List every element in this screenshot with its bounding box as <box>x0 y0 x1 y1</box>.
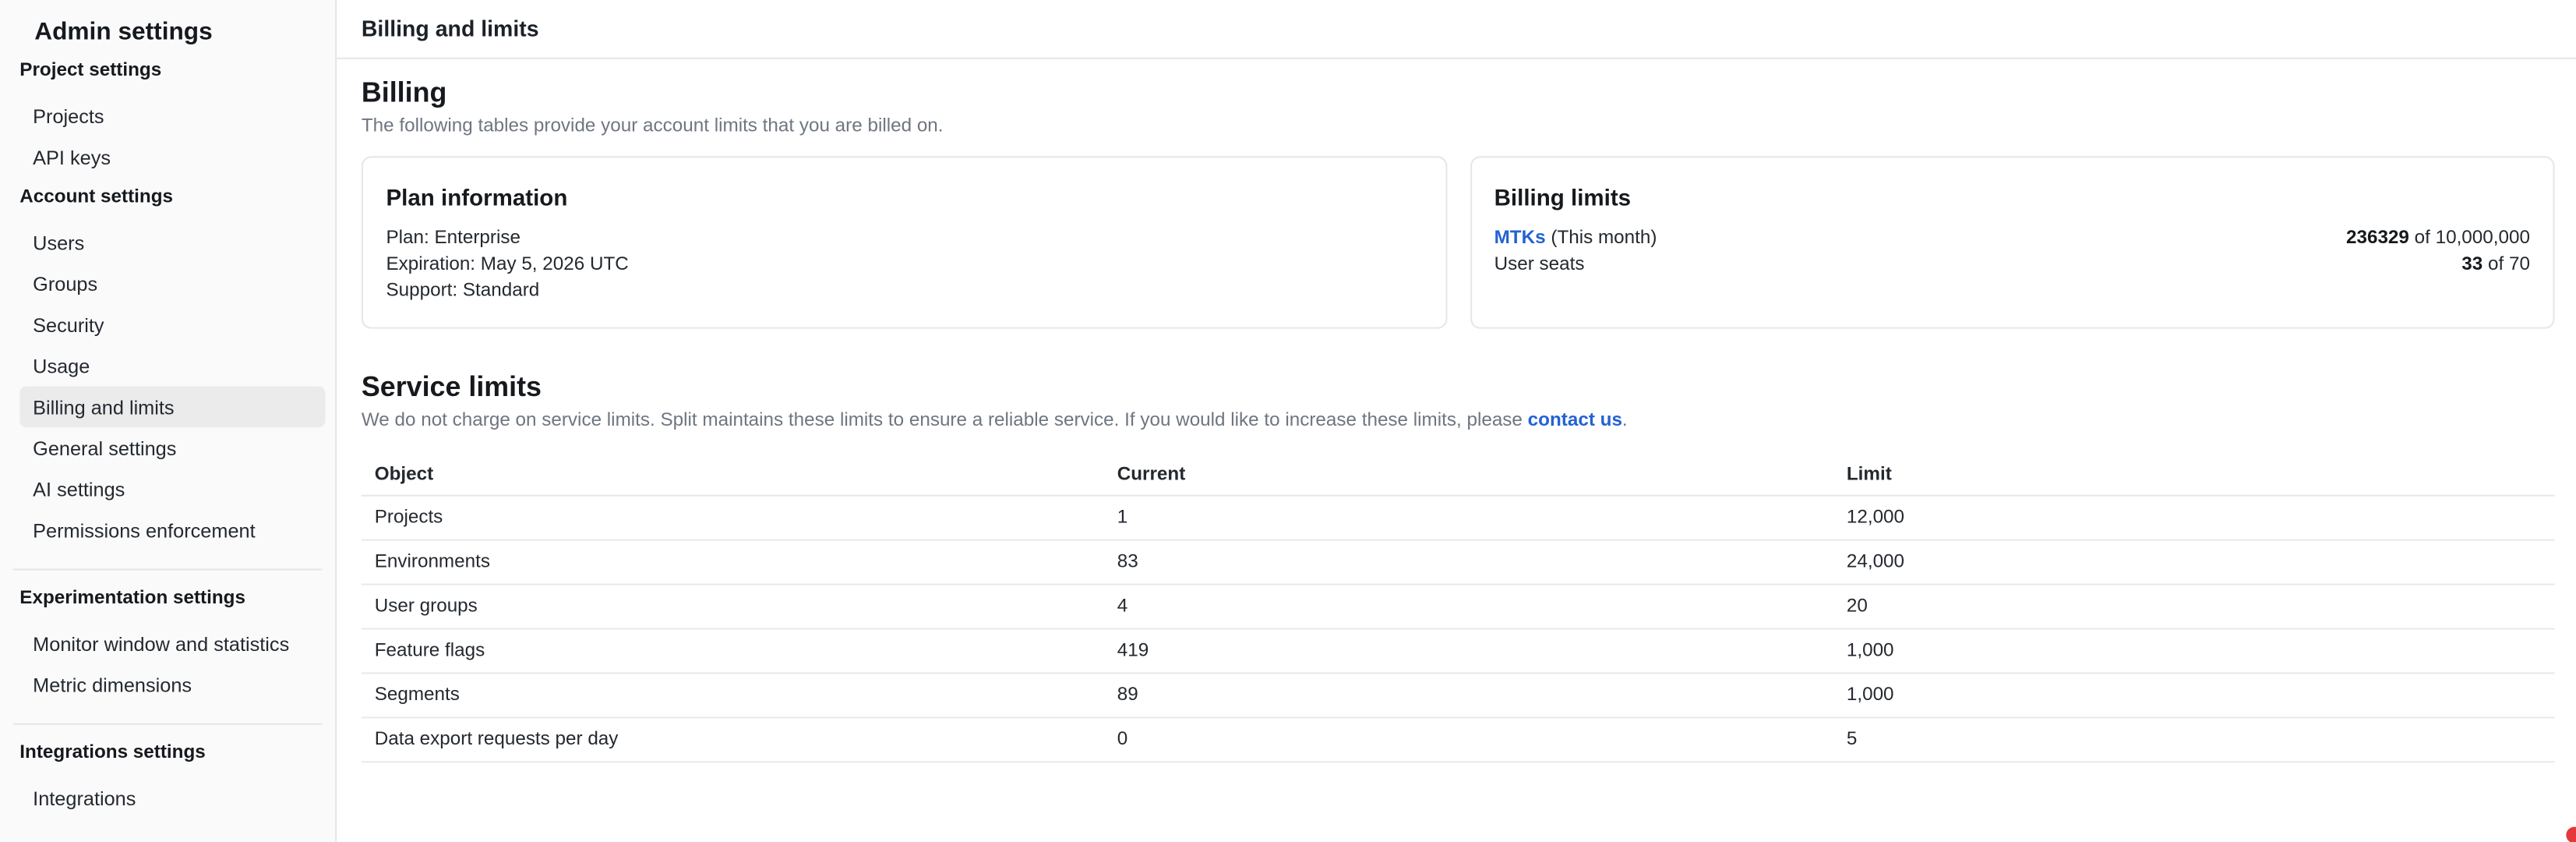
sidebar-section-integrations-settings: Integrations settings Integrations <box>0 743 335 819</box>
sidebar-item-monitor-window-and-statistics[interactable]: Monitor window and statistics <box>19 623 325 664</box>
service-limits-description: We do not charge on service limits. Spli… <box>362 409 2555 433</box>
service-limits-description-before: We do not charge on service limits. Spli… <box>362 411 1528 430</box>
sidebar-item-billing-and-limits[interactable]: Billing and limits <box>19 386 325 427</box>
sidebar-section-project-settings: Project settings Projects API keys <box>0 61 335 178</box>
billing-cards: Plan information Plan: Enterprise Expira… <box>362 156 2555 328</box>
sidebar-divider <box>13 569 322 571</box>
cell-object: User groups <box>362 586 1104 628</box>
cell-limit: 20 <box>1833 586 2555 628</box>
plan-card-title: Plan information <box>386 182 1421 212</box>
service-limits-table: Object Current Limit Projects 1 12,000 E… <box>362 454 2555 762</box>
cell-object: Segments <box>362 674 1104 716</box>
table-row-feature-flags: Feature flags 419 1,000 <box>362 630 2555 674</box>
cell-object: Environments <box>362 541 1104 584</box>
cell-object: Data export requests per day <box>362 718 1104 761</box>
app-window: Admin settings Project settings Projects… <box>0 0 2576 842</box>
main-content: Billing and limits Billing The following… <box>337 0 2576 842</box>
mtks-value-suffix: of 10,000,000 <box>2409 228 2530 248</box>
service-limits-description-after: . <box>1622 411 1628 430</box>
table-row-data-export-requests: Data export requests per day 0 5 <box>362 718 2555 762</box>
sidebar-item-usage[interactable]: Usage <box>19 345 325 387</box>
table-header-row: Object Current Limit <box>362 454 2555 497</box>
sidebar-divider <box>13 723 322 725</box>
service-limits-title: Service limits <box>362 372 2555 405</box>
table-row-user-groups: User groups 4 20 <box>362 586 2555 630</box>
sidebar-item-ai-settings[interactable]: AI settings <box>19 469 325 510</box>
notification-badge[interactable] <box>2566 827 2576 842</box>
cell-limit: 12,000 <box>1833 497 2555 540</box>
plan-line-plan: Plan: Enterprise <box>386 225 1421 252</box>
cell-limit: 24,000 <box>1833 541 2555 584</box>
sidebar-item-metric-dimensions[interactable]: Metric dimensions <box>19 664 325 706</box>
sidebar-item-api-keys[interactable]: API keys <box>19 136 325 178</box>
section-label-experimentation-settings: Experimentation settings <box>19 589 335 610</box>
mtks-link[interactable]: MTKs <box>1494 228 1546 248</box>
cell-limit: 5 <box>1833 718 2555 761</box>
sidebar-section-account-settings: Account settings Users Groups Security U… <box>0 187 335 550</box>
sidebar-item-users[interactable]: Users <box>19 222 325 264</box>
cell-current: 0 <box>1104 718 1833 761</box>
column-header-object: Object <box>362 454 1104 495</box>
table-row-environments: Environments 83 24,000 <box>362 541 2555 586</box>
column-header-current: Current <box>1104 454 1833 495</box>
cell-current: 4 <box>1104 586 1833 628</box>
sidebar-section-experimentation-settings: Experimentation settings Monitor window … <box>0 589 335 706</box>
sidebar-item-groups[interactable]: Groups <box>19 263 325 304</box>
content-area: Billing The following tables provide you… <box>337 59 2576 762</box>
cell-limit: 1,000 <box>1833 630 2555 673</box>
cell-limit: 1,000 <box>1833 674 2555 716</box>
sidebar-title: Admin settings <box>34 15 335 51</box>
mtks-value-number: 236329 <box>2346 228 2409 248</box>
section-label-integrations-settings: Integrations settings <box>19 743 335 764</box>
plan-line-expiration: Expiration: May 5, 2026 UTC <box>386 252 1421 278</box>
cell-object: Feature flags <box>362 630 1104 673</box>
cell-current: 419 <box>1104 630 1833 673</box>
mtks-label-suffix: (This month) <box>1546 228 1657 248</box>
billing-subtitle: The following tables provide your accoun… <box>362 115 2555 139</box>
plan-information-card: Plan information Plan: Enterprise Expira… <box>362 156 1447 328</box>
sidebar-item-general-settings[interactable]: General settings <box>19 427 325 469</box>
user-seats-value-number: 33 <box>2461 255 2482 274</box>
mtks-label: MTKs (This month) <box>1494 225 1657 252</box>
user-seats-row: User seats 33 of 70 <box>1494 252 2530 278</box>
table-row-projects: Projects 1 12,000 <box>362 497 2555 541</box>
page-title: Billing and limits <box>362 16 539 41</box>
section-label-account-settings: Account settings <box>19 187 335 208</box>
sidebar: Admin settings Project settings Projects… <box>0 0 337 842</box>
contact-us-link[interactable]: contact us <box>1528 411 1622 430</box>
billing-limits-card: Billing limits MTKs (This month) 236329 … <box>1470 156 2555 328</box>
user-seats-value-suffix: of 70 <box>2482 255 2530 274</box>
cell-current: 83 <box>1104 541 1833 584</box>
mtks-row: MTKs (This month) 236329 of 10,000,000 <box>1494 225 2530 252</box>
sidebar-item-security[interactable]: Security <box>19 304 325 345</box>
user-seats-label: User seats <box>1494 252 1585 278</box>
table-row-segments: Segments 89 1,000 <box>362 674 2555 718</box>
cell-object: Projects <box>362 497 1104 540</box>
plan-line-support: Support: Standard <box>386 278 1421 304</box>
user-seats-value: 33 of 70 <box>2461 252 2530 278</box>
billing-section-title: Billing <box>362 77 2555 110</box>
sidebar-item-integrations[interactable]: Integrations <box>19 777 325 819</box>
main-header: Billing and limits <box>337 0 2576 59</box>
section-label-project-settings: Project settings <box>19 61 335 82</box>
sidebar-item-projects[interactable]: Projects <box>19 95 325 136</box>
billing-limits-title: Billing limits <box>1494 182 2530 212</box>
cell-current: 89 <box>1104 674 1833 716</box>
mtks-value: 236329 of 10,000,000 <box>2346 225 2530 252</box>
column-header-limit: Limit <box>1833 454 2555 495</box>
cell-current: 1 <box>1104 497 1833 540</box>
sidebar-item-permissions-enforcement[interactable]: Permissions enforcement <box>19 510 325 551</box>
